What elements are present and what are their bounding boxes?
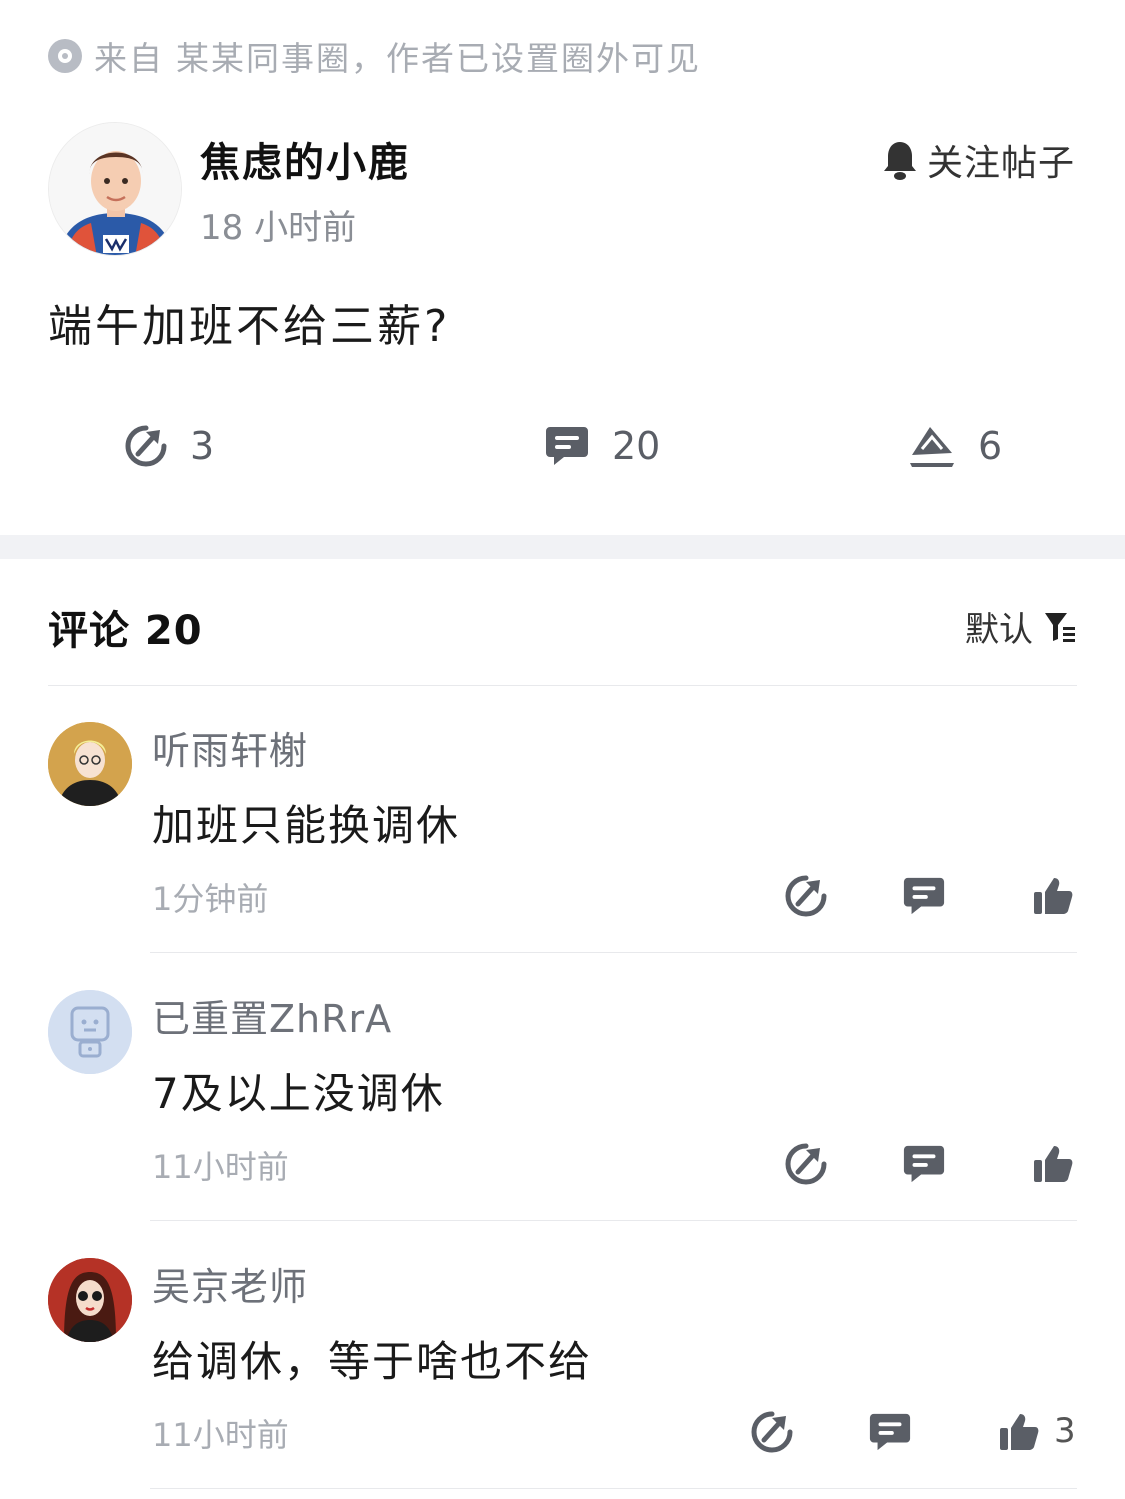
info-dot-icon (48, 39, 82, 73)
comment-author[interactable]: 已重置ZhRrA (152, 988, 392, 1043)
forward-button[interactable]: 3 (124, 418, 214, 474)
comment-separator (150, 1220, 1077, 1221)
author-avatar[interactable] (48, 122, 182, 256)
author-name[interactable]: 焦虑的小鹿 (200, 130, 410, 188)
source-prefix: 来自 (94, 39, 164, 78)
filter-icon (1045, 612, 1075, 642)
thumb-up-icon (1000, 1414, 1039, 1450)
comment-button[interactable]: 20 (544, 418, 660, 474)
pin-like-icon (910, 427, 954, 467)
header-separator (48, 685, 1077, 686)
comment-time: 11小时前 (152, 1416, 289, 1454)
comment-like-count: 3 (1054, 1411, 1076, 1451)
comment-time: 11小时前 (152, 1148, 289, 1186)
comment-forward-icon[interactable] (784, 874, 828, 918)
comment-forward-icon[interactable] (750, 1410, 794, 1454)
like-button[interactable]: 6 (908, 418, 1002, 474)
follow-post-label: 关注帖子 (926, 143, 1075, 184)
post-text: 端午加班不给三薪? (48, 301, 451, 352)
comment-avatar[interactable] (48, 1258, 132, 1342)
source-circle[interactable]: 某某同事圈，作者已设置圈外可见 (176, 32, 701, 80)
comment-reply-icon[interactable] (868, 1410, 912, 1454)
comment-reply-icon[interactable] (902, 874, 946, 918)
comment-text: 7及以上没调休 (152, 1069, 445, 1118)
comments-title: 评论 20 (48, 608, 203, 654)
comment-separator (150, 1488, 1077, 1489)
comment-like-button[interactable] (1032, 874, 1088, 916)
comment-icon (546, 427, 588, 465)
sort-button[interactable]: 默认 (965, 602, 1077, 651)
section-divider (0, 535, 1125, 559)
thumb-up-icon (1034, 1146, 1073, 1182)
comment-text: 给调休，等于啥也不给 (152, 1337, 593, 1386)
comment-author[interactable]: 吴京老师 (152, 1256, 308, 1311)
comment-avatar[interactable] (48, 990, 132, 1074)
thumb-up-icon (1034, 878, 1073, 914)
comment-like-button[interactable] (1032, 1142, 1088, 1184)
comment-like-button[interactable]: 3 (998, 1410, 1076, 1452)
forward-icon (125, 425, 167, 467)
follow-post-button[interactable]: 关注帖子 (881, 134, 1075, 186)
bell-icon (883, 142, 916, 180)
forward-count: 3 (190, 424, 215, 468)
post-detail-page: 来自 某某同事圈，作者已设置圈外可见 焦虑的小鹿 18 小时前 关注帖子 端午加… (0, 0, 1125, 1499)
comment-forward-icon[interactable] (784, 1142, 828, 1186)
comment-author[interactable]: 听雨轩榭 (152, 720, 308, 775)
comment-separator (150, 952, 1077, 953)
sort-label: 默认 (965, 610, 1033, 650)
source-line: 来自 某某同事圈，作者已设置圈外可见 (48, 34, 701, 78)
post-time: 18 小时前 (200, 208, 357, 248)
comment-count: 20 (612, 424, 661, 468)
comment-reply-icon[interactable] (902, 1142, 946, 1186)
comment-text: 加班只能换调休 (152, 801, 461, 850)
like-count: 6 (978, 424, 1003, 468)
comment-time: 1分钟前 (152, 880, 269, 918)
comment-avatar[interactable] (48, 722, 132, 806)
